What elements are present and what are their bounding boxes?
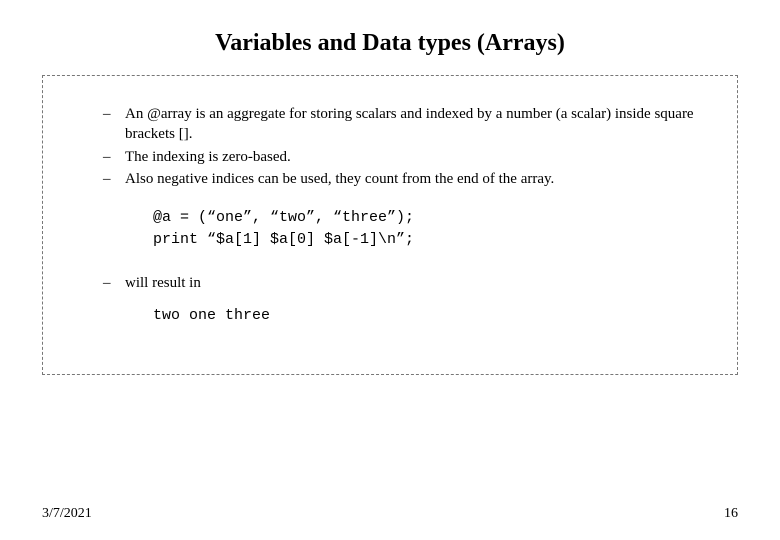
slide: Variables and Data types (Arrays) An @ar… [0,0,780,540]
output-block: two one three [153,307,707,324]
slide-title: Variables and Data types (Arrays) [0,30,780,57]
content-box: An @array is an aggregate for storing sc… [42,75,738,375]
bullet-item: The indexing is zero-based. [103,147,707,167]
code-block: @a = (“one”, “two”, “three”); print “$a[… [153,207,707,251]
footer-date: 3/7/2021 [42,506,92,522]
footer: 3/7/2021 16 [42,506,738,522]
footer-pagenum: 16 [724,506,738,522]
bullet-list: An @array is an aggregate for storing sc… [103,104,707,189]
bullet-item: An @array is an aggregate for storing sc… [103,104,707,145]
bullet-item: Also negative indices can be used, they … [103,169,707,189]
bullet-list-2: will result in [103,273,707,293]
bullet-item: will result in [103,273,707,293]
